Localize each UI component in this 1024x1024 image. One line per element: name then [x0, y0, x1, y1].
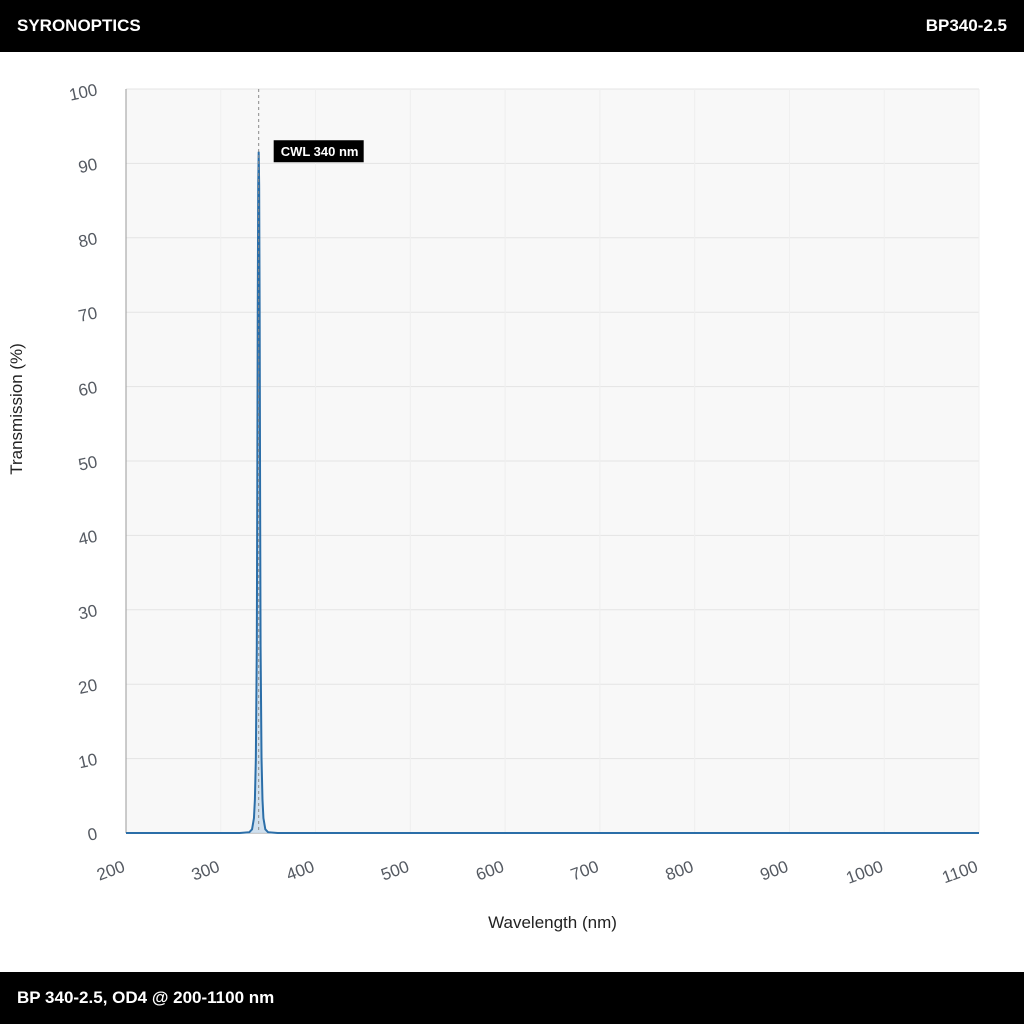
x-tick-label: 400 — [284, 857, 317, 885]
x-tick-label: 900 — [758, 857, 791, 885]
y-tick-label: 70 — [77, 303, 99, 326]
y-tick-label: 100 — [67, 80, 99, 104]
y-tick-label: 90 — [77, 155, 99, 178]
x-axis-title: Wavelength (nm) — [488, 913, 617, 932]
footer-bar: BP 340-2.5, OD4 @ 200-1100 nm — [0, 972, 1024, 1024]
product-code: BP340-2.5 — [925, 16, 1007, 35]
brand-name: SYRONOPTICS — [17, 16, 141, 35]
header-bar: SYRONOPTICS BP340-2.5 — [0, 0, 1024, 52]
x-tick-label: 800 — [663, 857, 696, 885]
annotation-label: CWL 340 nm — [281, 144, 359, 159]
y-tick-label: 80 — [77, 229, 99, 252]
x-tick-label: 700 — [568, 857, 601, 885]
page: SYRONOPTICS BP340-2.5 CWL 340 nm 0 10 20 30… — [0, 0, 1024, 1024]
x-tick-label: 1000 — [844, 857, 886, 888]
x-tick-label: 300 — [189, 857, 222, 885]
y-tick-label: 10 — [77, 750, 99, 773]
x-tick-label: 500 — [379, 857, 412, 885]
y-tick-label: 40 — [77, 527, 99, 550]
y-tick-label: 0 — [86, 824, 99, 845]
y-tick-label: 60 — [77, 378, 99, 401]
y-tick-label: 30 — [77, 601, 99, 624]
y-tick-label: 50 — [77, 452, 99, 475]
y-axis-title: Transmission (%) — [7, 343, 26, 475]
x-tick-label: 600 — [473, 857, 506, 885]
transmission-chart: CWL 340 nm 0 10 20 30 40 50 60 70 80 90 100 200 300 4… — [7, 80, 981, 932]
y-tick-label: 20 — [77, 675, 99, 698]
x-tick-label: 200 — [94, 857, 127, 885]
footer-caption: BP 340-2.5, OD4 @ 200-1100 nm — [17, 988, 275, 1007]
x-tick-label: 1100 — [940, 857, 981, 887]
